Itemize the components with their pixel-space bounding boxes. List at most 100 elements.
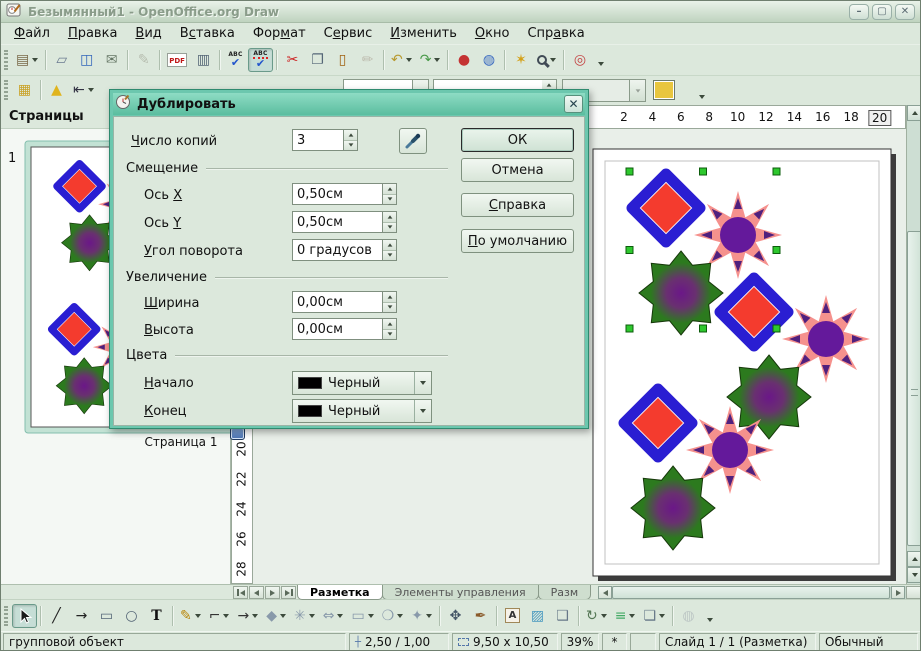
vertical-scrollbar[interactable]	[906, 105, 921, 584]
menu-item[interactable]: Вид	[126, 24, 170, 43]
dropdown-arrow-icon[interactable]	[426, 614, 432, 618]
toolbar-grip[interactable]	[4, 50, 8, 70]
prev-page-button[interactable]	[249, 586, 264, 599]
lines-arrows-icon[interactable]: →	[233, 604, 262, 628]
dropdown-arrow-icon[interactable]	[252, 614, 258, 618]
ok-button[interactable]: ОК	[461, 128, 574, 152]
toolbar-overflow-icon[interactable]	[704, 615, 716, 625]
close-icon[interactable]: ✕	[564, 95, 583, 113]
format-paintbrush-icon[interactable]: ✏	[355, 48, 380, 72]
fill-color-swatch[interactable]	[653, 80, 675, 100]
dialog-title-bar[interactable]: Дублировать ✕	[113, 93, 585, 115]
minimize-icon[interactable]: –	[849, 4, 869, 20]
width-spinner[interactable]: 0,00см	[292, 291, 397, 313]
spinner-buttons[interactable]	[343, 129, 358, 151]
cut-scissors-icon[interactable]: ✂	[280, 48, 305, 72]
last-page-button[interactable]	[281, 586, 296, 599]
scroll-left-icon[interactable]	[598, 586, 612, 599]
toolbar-grip[interactable]	[4, 80, 8, 100]
vertical-scrollbar-thumb[interactable]	[907, 231, 921, 546]
glue-points-icon[interactable]: ✒	[468, 604, 493, 628]
redo-icon[interactable]: ↷	[416, 48, 445, 72]
ellipse-tool-icon[interactable]: ○	[119, 604, 144, 628]
email-envelope-icon[interactable]: ✉	[99, 48, 124, 72]
eyedropper-icon[interactable]	[399, 128, 427, 154]
save-floppy-icon[interactable]: ◫	[74, 48, 99, 72]
menu-item[interactable]: Файл	[5, 24, 59, 43]
copies-spinner[interactable]: 3	[292, 129, 358, 151]
arrow-line-tool-icon[interactable]: →	[69, 604, 94, 628]
export-pdf-icon[interactable]: PDF	[163, 48, 191, 72]
dropdown-arrow-icon[interactable]	[195, 614, 201, 618]
help-button[interactable]: Справка	[461, 193, 574, 217]
toolbar-overflow-icon[interactable]	[595, 59, 607, 69]
spinner-buttons[interactable]	[382, 183, 397, 205]
toolbar-grip[interactable]	[4, 606, 8, 626]
spinner-buttons[interactable]	[382, 318, 397, 340]
photos-icon[interactable]: ❑	[550, 604, 575, 628]
spinner-buttons[interactable]	[382, 239, 397, 261]
rotate-icon[interactable]: ↻	[582, 604, 611, 628]
angle-spinner[interactable]: 0 градусов	[292, 239, 397, 261]
flowchart-shapes-icon[interactable]: ▭	[347, 604, 377, 628]
dropdown-arrow-icon[interactable]	[309, 614, 315, 618]
magnifier-icon[interactable]	[533, 48, 560, 72]
open-folder-icon[interactable]: ▱	[49, 48, 74, 72]
lamp-icon[interactable]: ▲	[44, 78, 69, 102]
dropdown-arrow-icon[interactable]	[659, 614, 665, 618]
gold-star-icon[interactable]: ✶	[508, 48, 533, 72]
select-arrow-icon[interactable]	[12, 604, 37, 628]
globe-document-icon[interactable]: ◍	[476, 48, 501, 72]
lifebuoy-help-icon[interactable]: ◎	[567, 48, 592, 72]
axis-x-spinner[interactable]: 0,50см	[292, 183, 397, 205]
symbol-shapes-icon[interactable]: ✳	[290, 604, 319, 628]
dropdown-arrow-icon[interactable]	[397, 614, 403, 618]
edit-file-icon[interactable]: ✎	[131, 48, 156, 72]
maximize-icon[interactable]: ▢	[872, 4, 892, 20]
scroll-down-icon[interactable]	[907, 567, 921, 583]
curve-tool-icon[interactable]: ✎	[176, 604, 205, 628]
dropdown-arrow-icon[interactable]	[550, 58, 556, 62]
dropdown-arrow-icon[interactable]	[88, 88, 94, 92]
tomato-icon[interactable]: ●	[451, 48, 476, 72]
next-page-button[interactable]	[265, 586, 280, 599]
tab-item[interactable]: Элементы управления	[382, 585, 539, 600]
arrange-icon[interactable]: ❏	[639, 604, 669, 628]
close-window-icon[interactable]: ✕	[895, 4, 915, 20]
spellcheck-icon[interactable]: ABC✔	[223, 48, 248, 72]
stars-banners-icon[interactable]: ✦	[407, 604, 436, 628]
scroll-up-icon[interactable]	[907, 551, 921, 567]
menu-item[interactable]: Правка	[59, 24, 126, 43]
double-arrow-icon[interactable]: ⇤	[69, 78, 98, 102]
print-icon[interactable]: ▥	[191, 48, 216, 72]
new-document-icon[interactable]: ▤	[12, 48, 42, 72]
title-bar[interactable]: Безымянный1 - OpenOffice.org Draw – ▢ ✕	[1, 1, 920, 23]
snap-grid-icon[interactable]: ▦	[12, 78, 37, 102]
copy-icon[interactable]: ❐	[305, 48, 330, 72]
spinner-buttons[interactable]	[382, 291, 397, 313]
axis-y-spinner[interactable]: 0,50см	[292, 211, 397, 233]
end-color-select[interactable]: Черный	[292, 399, 432, 423]
status-segment[interactable]: Слайд 1 / 1 (Разметка)	[659, 633, 816, 651]
dropdown-arrow-icon[interactable]	[434, 58, 440, 62]
menu-item[interactable]: Сервис	[315, 24, 382, 43]
chevron-down-icon[interactable]	[414, 372, 426, 394]
callout-shapes-icon[interactable]: ❍	[378, 604, 408, 628]
tab-item[interactable]: Разм	[538, 585, 592, 600]
dropdown-arrow-icon[interactable]	[406, 58, 412, 62]
dropdown-arrow-icon[interactable]	[223, 614, 229, 618]
menu-item[interactable]: Изменить	[381, 24, 466, 43]
horizontal-scrollbar[interactable]	[598, 586, 906, 599]
menu-item[interactable]: Вставка	[171, 24, 244, 43]
start-color-select[interactable]: Черный	[292, 371, 432, 395]
dropdown-arrow-icon[interactable]	[32, 58, 38, 62]
spinner-buttons[interactable]	[382, 211, 397, 233]
menu-item[interactable]: Окно	[466, 24, 519, 43]
paste-clipboard-icon[interactable]: ▯	[330, 48, 355, 72]
dropdown-arrow-icon[interactable]	[368, 614, 374, 618]
undo-icon[interactable]: ↶	[387, 48, 416, 72]
toolbar-overflow-icon[interactable]	[696, 92, 708, 102]
chevron-down-icon[interactable]	[414, 400, 426, 422]
tab-active[interactable]: Разметка	[297, 585, 383, 600]
text-tool-icon[interactable]: T	[144, 604, 169, 628]
